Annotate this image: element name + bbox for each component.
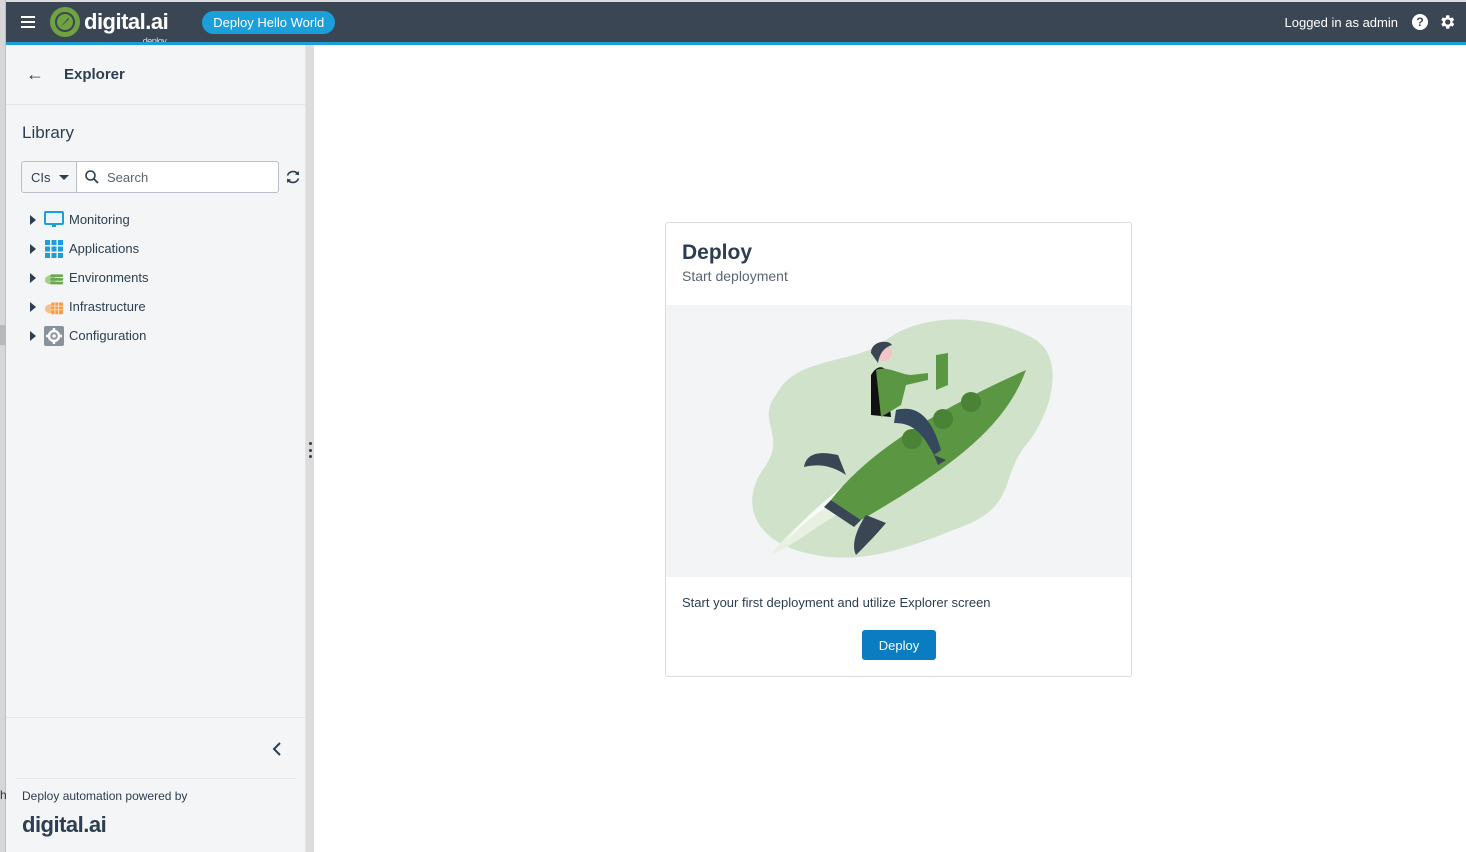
cloud-server-icon bbox=[44, 297, 64, 317]
cloud-stack-icon bbox=[44, 268, 64, 288]
logo-wordmark: digital.ai deploy bbox=[84, 11, 169, 47]
gear-box-icon bbox=[44, 325, 64, 346]
handle-dot bbox=[308, 448, 312, 452]
tree-item-label: Applications bbox=[69, 241, 140, 256]
card-title: Deploy bbox=[682, 241, 753, 264]
tree-item-label: Infrastructure bbox=[69, 299, 146, 314]
chevron-left-icon[interactable] bbox=[269, 740, 285, 758]
handle-dot bbox=[308, 455, 312, 458]
expand-arrow-icon[interactable] bbox=[30, 243, 36, 254]
rocket-logo-icon bbox=[50, 7, 80, 37]
handle-dot bbox=[308, 442, 312, 445]
search-icon bbox=[85, 170, 99, 184]
digital-ai-logo[interactable]: digital.ai deploy bbox=[50, 7, 169, 47]
explorer-sidebar: ← Explorer Library CIs Monitoring Applic… bbox=[6, 45, 306, 852]
monitor-icon bbox=[44, 210, 64, 230]
help-icon[interactable]: ? bbox=[1412, 14, 1428, 30]
card-description: Start your first deployment and utilize … bbox=[682, 595, 991, 610]
main-content: Deploy Start deployment Start your first… bbox=[314, 45, 1466, 852]
sidebar-divider bbox=[6, 717, 305, 718]
topbar-right: Logged in as admin ? bbox=[1285, 13, 1466, 31]
app-badge[interactable]: Deploy Hello World bbox=[202, 10, 336, 34]
tree-item-configuration[interactable]: Configuration bbox=[30, 321, 148, 350]
settings-gear-icon[interactable] bbox=[1438, 13, 1456, 31]
top-navigation-bar: digital.ai deploy Deploy Hello World Log… bbox=[6, 2, 1466, 47]
expand-arrow-icon[interactable] bbox=[30, 330, 36, 341]
card-subtitle: Start deployment bbox=[682, 268, 788, 284]
menu-button[interactable] bbox=[6, 2, 50, 42]
logo-text: digital.ai bbox=[84, 9, 169, 34]
explorer-header: ← Explorer bbox=[6, 45, 305, 105]
grid-icon bbox=[44, 239, 64, 259]
tree-item-label: Environments bbox=[69, 270, 149, 285]
footer-divider bbox=[16, 778, 296, 779]
back-arrow-icon[interactable]: ← bbox=[26, 64, 46, 85]
expand-arrow-icon[interactable] bbox=[30, 301, 36, 312]
tree-item-label: Configuration bbox=[69, 328, 147, 343]
expand-arrow-icon[interactable] bbox=[30, 272, 36, 283]
caret-down-icon bbox=[59, 175, 69, 180]
deploy-button[interactable]: Deploy bbox=[862, 630, 936, 660]
library-tree: Monitoring Applications Environments Inf… bbox=[30, 205, 148, 350]
tree-item-applications[interactable]: Applications bbox=[30, 234, 148, 263]
tree-item-infrastructure[interactable]: Infrastructure bbox=[30, 292, 148, 321]
ci-select-value: CIs bbox=[31, 169, 51, 185]
explorer-title: Explorer bbox=[64, 66, 125, 83]
tree-item-monitoring[interactable]: Monitoring bbox=[30, 205, 148, 234]
logged-in-user[interactable]: Logged in as admin bbox=[1285, 15, 1398, 30]
sidebar-resize-handle[interactable] bbox=[306, 440, 314, 460]
rocket-illustration bbox=[666, 305, 1131, 577]
footer-digital-ai-logo: digital.ai bbox=[22, 812, 107, 837]
hamburger-icon bbox=[21, 16, 35, 28]
ci-type-select[interactable]: CIs bbox=[21, 161, 76, 193]
search-input[interactable] bbox=[107, 169, 267, 185]
refresh-icon[interactable] bbox=[285, 169, 301, 185]
search-box[interactable] bbox=[76, 161, 279, 193]
powered-by-text: Deploy automation powered by bbox=[22, 789, 188, 803]
expand-arrow-icon[interactable] bbox=[30, 214, 36, 225]
deploy-card: Deploy Start deployment Start your first… bbox=[665, 222, 1132, 677]
library-title: Library bbox=[22, 123, 74, 142]
tree-item-environments[interactable]: Environments bbox=[30, 263, 148, 292]
search-row: CIs bbox=[21, 161, 301, 193]
tree-item-label: Monitoring bbox=[69, 212, 130, 227]
